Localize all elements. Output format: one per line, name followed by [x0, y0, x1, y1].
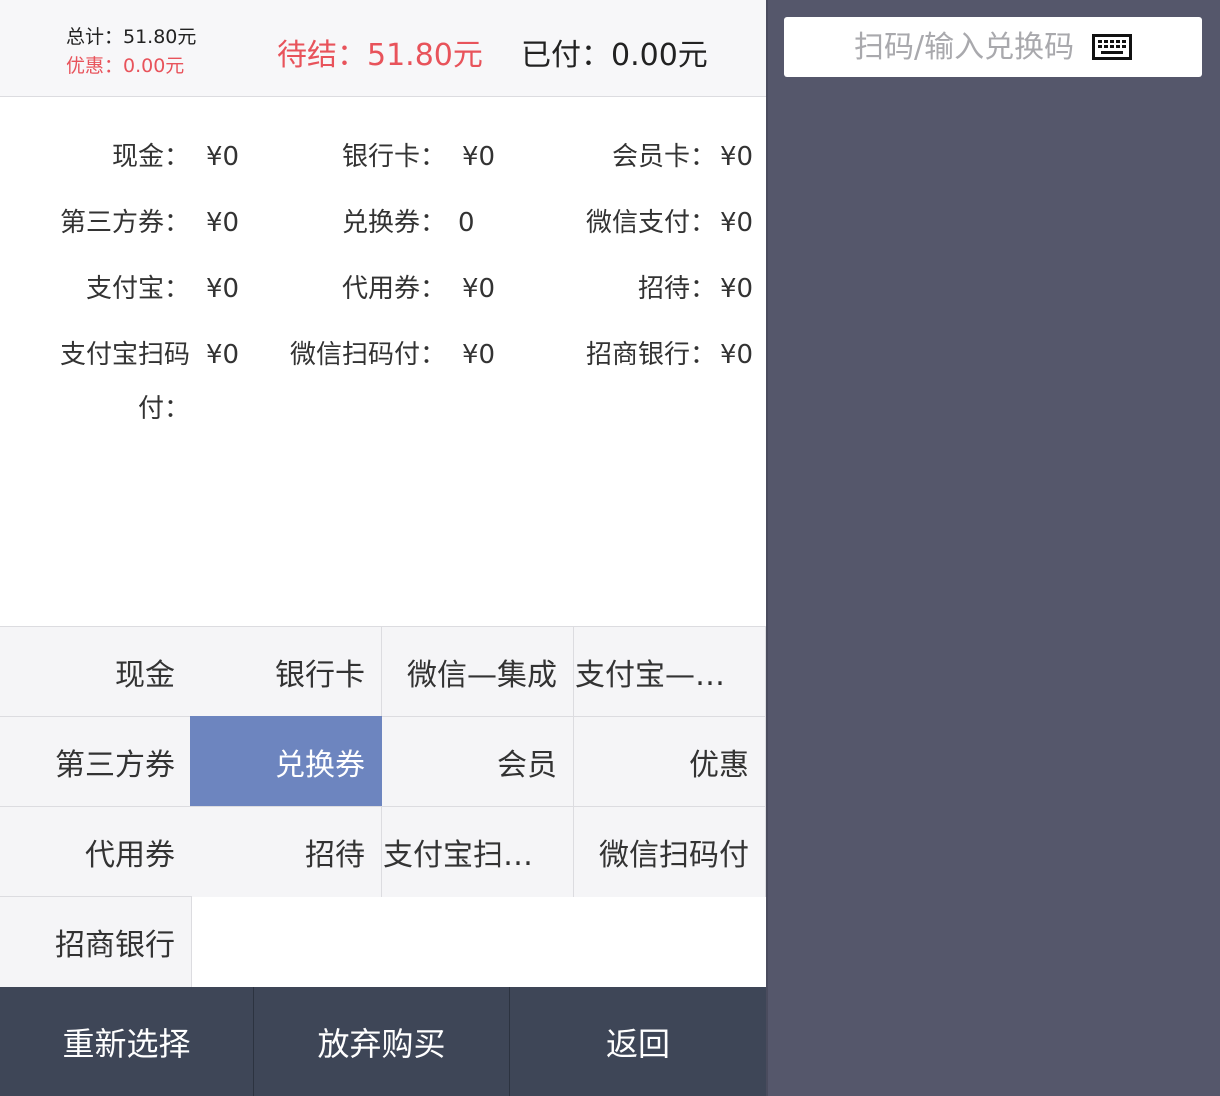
breakdown-item: 支付宝扫码付：: [30, 328, 190, 428]
method-label: 第三方券: [55, 748, 175, 783]
breakdown-value-wrap: ¥0: [720, 196, 764, 238]
method-bank-card[interactable]: 银行卡: [190, 626, 382, 717]
method-member[interactable]: 会员: [382, 716, 574, 807]
method-label: 微信—集成: [407, 658, 557, 693]
method-label: 兑换券: [275, 748, 365, 783]
breakdown-label: 招待：: [637, 274, 716, 304]
breakdown-label: 微信扫码付：: [289, 340, 446, 370]
method-label: 会员: [497, 748, 557, 783]
method-wechat-integrated[interactable]: 微信—集成: [382, 626, 574, 717]
breakdown-value: ¥0: [462, 142, 496, 172]
breakdown-label: 现金：: [111, 142, 190, 172]
method-label: 现金: [115, 658, 175, 693]
code-panel: [766, 0, 1220, 1096]
breakdown-label: 银行卡：: [341, 142, 446, 172]
breakdown-value: 0: [458, 208, 475, 238]
breakdown-value: ¥0: [206, 142, 240, 172]
breakdown-row: 现金： ¥0 银行卡： ¥0 会员卡： ¥0: [0, 130, 766, 172]
breakdown-value: ¥0: [206, 340, 240, 370]
breakdown-value: ¥0: [206, 208, 240, 238]
method-hospitality[interactable]: 招待: [190, 806, 382, 897]
breakdown-item: 银行卡：: [286, 130, 446, 172]
breakdown-value-wrap: ¥0: [462, 328, 522, 370]
breakdown-value-wrap: ¥0: [206, 262, 266, 304]
breakdown-label: 代用券：: [341, 274, 446, 304]
code-input-box[interactable]: [784, 17, 1202, 77]
breakdown-value: ¥0: [206, 274, 240, 304]
breakdown-value: ¥0: [462, 340, 496, 370]
breakdown-item: 现金：: [30, 130, 190, 172]
method-label: 代用券: [85, 838, 175, 873]
method-wechat-scan[interactable]: 微信扫码付: [574, 806, 766, 897]
breakdown-value-wrap: 0: [458, 196, 518, 238]
method-label: 招商银行: [55, 928, 175, 963]
breakdown-value-wrap: ¥0: [462, 262, 522, 304]
method-alipay-integrated[interactable]: 支付宝—…: [574, 626, 766, 717]
breakdown-label: 微信支付：: [585, 208, 716, 238]
order-discount: 优惠：0.00元: [66, 55, 185, 77]
breakdown-value: ¥0: [462, 274, 496, 304]
method-exchange-coupon[interactable]: 兑换券: [190, 716, 382, 807]
reselect-button[interactable]: 重新选择: [0, 987, 254, 1096]
method-label: 优惠: [689, 748, 749, 783]
method-label: 微信扫码付: [599, 838, 749, 873]
method-discount[interactable]: 优惠: [574, 716, 766, 807]
breakdown-value: ¥0: [720, 142, 754, 172]
breakdown-item: 会员卡：: [540, 130, 716, 172]
breakdown-label: 第三方券：: [59, 208, 190, 238]
breakdown-row: 支付宝扫码付： ¥0 微信扫码付： ¥0 招商银行： ¥0: [0, 328, 766, 428]
amount-pending: 待结：51.80元: [277, 38, 483, 73]
order-summary: 总计：51.80元 优惠：0.00元 待结：51.80元 已付：0.00元: [0, 0, 766, 97]
order-total: 总计：51.80元: [66, 26, 197, 48]
breakdown-value: ¥0: [720, 274, 754, 304]
breakdown-value-wrap: ¥0: [720, 262, 764, 304]
breakdown-label: 支付宝：: [85, 274, 190, 304]
amount-paid: 已付：0.00元: [521, 38, 708, 73]
breakdown-item: 代用券：: [286, 262, 446, 304]
breakdown-value-wrap: ¥0: [206, 196, 266, 238]
breakdown-value: ¥0: [720, 208, 754, 238]
method-label: 银行卡: [275, 658, 365, 693]
breakdown-label: 兑换券：: [341, 208, 446, 238]
payment-panel: 总计：51.80元 优惠：0.00元 待结：51.80元 已付：0.00元 现金…: [0, 0, 766, 1096]
breakdown-item: 招商银行：: [540, 328, 716, 370]
redeem-code-input[interactable]: [854, 29, 1086, 65]
breakdown-label: 会员卡：: [611, 142, 716, 172]
method-voucher[interactable]: 代用券: [0, 806, 192, 897]
keyboard-icon[interactable]: [1092, 32, 1132, 62]
method-label: 招待: [305, 838, 365, 873]
method-third-party-coupon[interactable]: 第三方券: [0, 716, 192, 807]
method-cash[interactable]: 现金: [0, 626, 192, 717]
breakdown-value-wrap: ¥0: [462, 130, 522, 172]
method-label: 支付宝—…: [575, 658, 725, 693]
breakdown-item: 招待：: [540, 262, 716, 304]
payment-method-grid: 现金 银行卡 微信—集成 支付宝—… 第三方券 兑换券 会员 优惠 代用券 招待…: [0, 626, 766, 987]
breakdown-row: 支付宝： ¥0 代用券： ¥0 招待： ¥0: [0, 262, 766, 304]
breakdown-value-wrap: ¥0: [206, 328, 266, 370]
breakdown-row: 第三方券： ¥0 兑换券： 0 微信支付： ¥0: [0, 196, 766, 238]
breakdown-item: 微信支付：: [540, 196, 716, 238]
action-bar: 重新选择 放弃购买 返回: [0, 987, 766, 1096]
method-label: 支付宝扫…: [383, 838, 533, 873]
back-button[interactable]: 返回: [510, 987, 766, 1096]
breakdown-item: 兑换券：: [286, 196, 446, 238]
breakdown-item: 第三方券：: [30, 196, 190, 238]
breakdown-value-wrap: ¥0: [720, 130, 764, 172]
breakdown-label: 支付宝扫码付：: [59, 340, 190, 424]
method-cmb-bank[interactable]: 招商银行: [0, 896, 192, 987]
breakdown-value-wrap: ¥0: [720, 328, 764, 370]
abandon-purchase-button[interactable]: 放弃购买: [254, 987, 510, 1096]
breakdown-value-wrap: ¥0: [206, 130, 266, 172]
breakdown-item: 支付宝：: [30, 262, 190, 304]
method-alipay-scan[interactable]: 支付宝扫…: [382, 806, 574, 897]
breakdown-value: ¥0: [720, 340, 754, 370]
breakdown-item: 微信扫码付：: [286, 328, 446, 370]
breakdown-label: 招商银行：: [585, 340, 716, 370]
